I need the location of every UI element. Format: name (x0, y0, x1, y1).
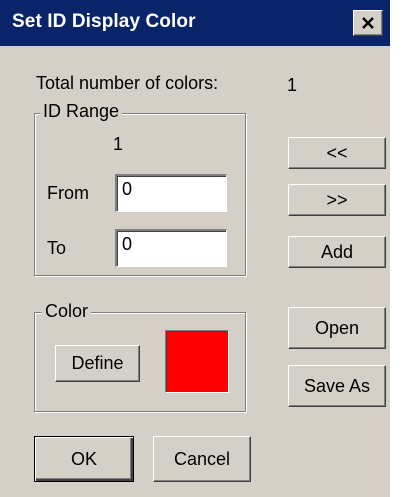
dialog-window: Set ID Display Color Total number of col… (0, 0, 390, 497)
from-label: From (47, 183, 89, 203)
save-as-button[interactable]: Save As (288, 365, 386, 407)
total-colors-label: Total number of colors: (36, 73, 219, 93)
from-field[interactable]: 0 (115, 174, 227, 212)
define-button[interactable]: Define (55, 345, 140, 382)
next-button[interactable]: >> (288, 184, 386, 216)
open-button[interactable]: Open (288, 307, 386, 349)
to-label: To (47, 238, 67, 258)
close-button[interactable] (353, 10, 383, 36)
add-button[interactable]: Add (288, 236, 386, 268)
close-icon (362, 17, 374, 29)
total-colors-value: 1 (287, 75, 298, 95)
previous-button[interactable]: << (288, 137, 386, 169)
to-field[interactable]: 0 (115, 229, 227, 267)
cancel-button[interactable]: Cancel (153, 436, 251, 482)
range-index: 1 (113, 134, 124, 154)
window-title: Set ID Display Color (12, 11, 196, 32)
ok-button[interactable]: OK (34, 436, 134, 482)
color-swatch (165, 330, 229, 393)
id-range-title: ID Range (40, 101, 123, 122)
color-title: Color (42, 301, 92, 322)
title-bar: Set ID Display Color (0, 0, 390, 46)
